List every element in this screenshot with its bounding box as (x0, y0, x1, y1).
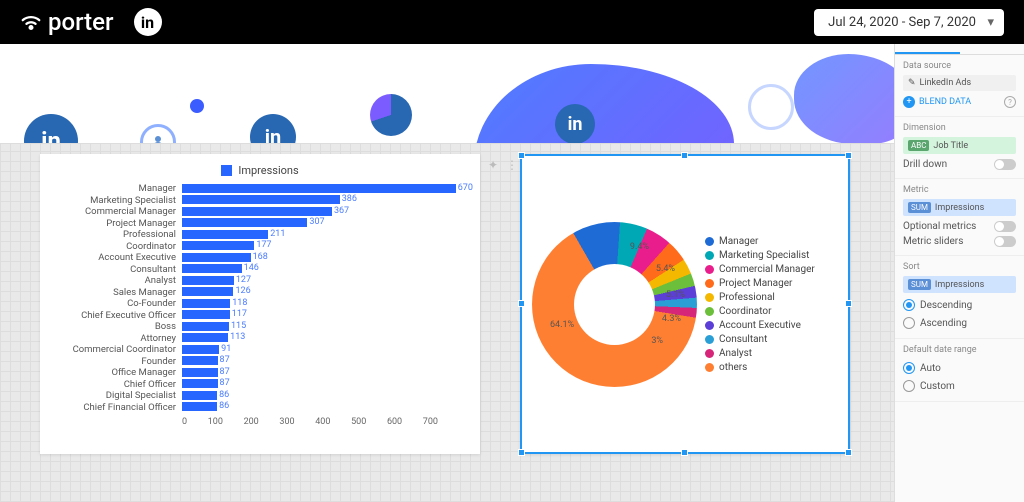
dimension-chip[interactable]: ABCJob Title (903, 137, 1016, 154)
bar-row: Manager670 (52, 183, 468, 195)
resize-handle[interactable] (518, 300, 525, 307)
bar-row: Founder87 (52, 356, 468, 368)
legend-item[interactable]: Project Manager (705, 278, 815, 289)
profile-icon (140, 124, 176, 144)
linkedin-icon: in (555, 104, 595, 144)
sort-asc-radio[interactable]: Ascending (903, 314, 1016, 332)
legend-item[interactable]: Marketing Specialist (705, 250, 815, 261)
hero-banner: in in in in (0, 44, 1024, 144)
sort-desc-radio[interactable]: Descending (903, 296, 1016, 314)
sort-chip[interactable]: SUMImpressions (903, 276, 1016, 293)
linkedin-icon: in (134, 8, 162, 36)
resize-handle[interactable] (518, 449, 525, 456)
chart-legend: Impressions (52, 164, 468, 177)
magic-icon[interactable]: ✦ (488, 158, 498, 172)
legend-item[interactable]: Professional (705, 292, 815, 303)
bar-row: Digital Specialist86 (52, 390, 468, 402)
brand-logo: porter (20, 8, 114, 36)
bar-row: Professional211 (52, 229, 468, 241)
pencil-icon: ✎ (908, 78, 916, 88)
bar-row: Sales Manager126 (52, 287, 468, 299)
legend-item[interactable]: Account Executive (705, 320, 815, 331)
pie-icon (370, 94, 412, 136)
bar-row: Marketing Specialist386 (52, 195, 468, 207)
bar-row: Project Manager307 (52, 218, 468, 230)
top-bar: porter in Jul 24, 2020 - Sep 7, 2020 (0, 0, 1024, 44)
resize-handle[interactable] (681, 152, 688, 159)
drilldown-toggle[interactable] (994, 159, 1016, 170)
legend-item[interactable]: Analyst (705, 348, 815, 359)
resize-handle[interactable] (681, 449, 688, 456)
wifi-icon (20, 11, 42, 33)
bar-row: Boss115 (52, 321, 468, 333)
bar-row: Chief Financial Officer86 (52, 402, 468, 414)
linkedin-icon: in (250, 114, 296, 144)
donut-ring: 9.4% 5.4% 5.1% 4.3% 3% 64.1% (532, 222, 697, 387)
bar-row: Commercial Manager367 (52, 206, 468, 218)
metric-sliders-toggle[interactable] (994, 236, 1016, 247)
bar-row: Office Manager87 (52, 367, 468, 379)
resize-handle[interactable] (845, 300, 852, 307)
range-custom-radio[interactable]: Custom (903, 377, 1016, 395)
bar-row: Consultant146 (52, 264, 468, 276)
date-range-text: Jul 24, 2020 - Sep 7, 2020 (828, 15, 976, 30)
bar-row: Commercial Coordinator91 (52, 344, 468, 356)
resize-handle[interactable] (518, 152, 525, 159)
blend-data-button[interactable]: +BLEND DATA (903, 96, 971, 108)
brand-text: porter (48, 8, 114, 36)
pie-chart[interactable]: 9.4% 5.4% 5.1% 4.3% 3% 64.1% Manager Mark… (520, 154, 850, 454)
help-icon[interactable]: ? (1004, 96, 1016, 108)
report-canvas[interactable]: ✦ ⋮ Impressions Manager670Marketing Spec… (0, 144, 1024, 502)
resize-handle[interactable] (845, 449, 852, 456)
legend-item[interactable]: Manager (705, 236, 815, 247)
bar-row: Coordinator177 (52, 241, 468, 253)
bar-row: Account Executive168 (52, 252, 468, 264)
legend-item[interactable]: others (705, 362, 815, 373)
bar-row: Analyst127 (52, 275, 468, 287)
legend-item[interactable]: Consultant (705, 334, 815, 345)
properties-panel: Chart › Pie DATA STYLE Data source ✎Link… (894, 0, 1024, 502)
data-source-chip[interactable]: ✎LinkedIn Ads (903, 75, 1016, 91)
metric-chip[interactable]: SUMImpressions (903, 199, 1016, 216)
date-range-picker[interactable]: Jul 24, 2020 - Sep 7, 2020 (814, 9, 1004, 36)
bar-row: Chief Officer87 (52, 379, 468, 391)
bar-row: Chief Executive Officer117 (52, 310, 468, 322)
linkedin-icon: in (24, 114, 78, 144)
plus-icon: + (903, 96, 915, 108)
range-auto-radio[interactable]: Auto (903, 359, 1016, 377)
more-icon[interactable]: ⋮ (506, 158, 518, 172)
optional-metrics-toggle[interactable] (994, 221, 1016, 232)
legend-item[interactable]: Coordinator (705, 306, 815, 317)
legend-item[interactable]: Commercial Manager (705, 264, 815, 275)
resize-handle[interactable] (845, 152, 852, 159)
bar-chart[interactable]: ✦ ⋮ Impressions Manager670Marketing Spec… (40, 154, 480, 454)
decorative-circle (748, 84, 794, 130)
bar-row: Attorney113 (52, 333, 468, 345)
bar-row: Co-Founder118 (52, 298, 468, 310)
